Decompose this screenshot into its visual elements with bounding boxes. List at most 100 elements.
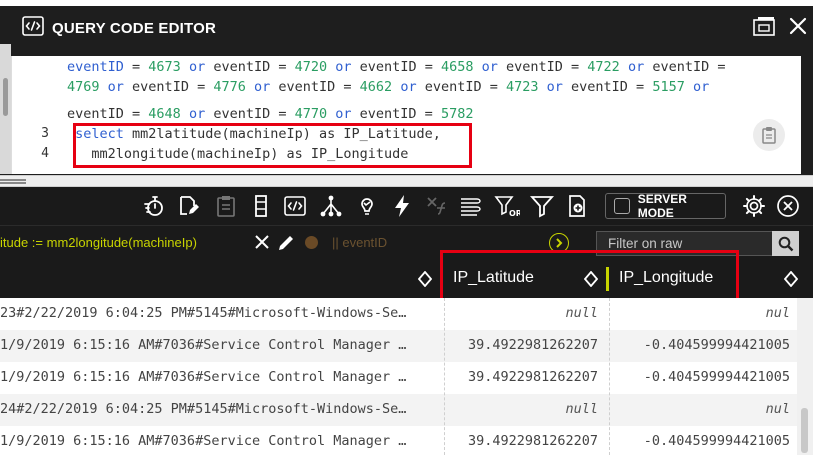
toolbar: OR SERVER MODE: [0, 187, 813, 225]
table-row[interactable]: 24#2/22/2019 6:04:25 PM#5145#Microsoft-W…: [0, 394, 813, 426]
text-token: eventID =: [351, 59, 441, 75]
query-code-editor: QUERY CODE EDITOR eventID = 4673 or even…: [0, 0, 813, 176]
keyword-token: or: [400, 79, 417, 95]
longitude-cell: -0.404599994421005: [643, 433, 790, 449]
keyword-token: or: [335, 59, 352, 75]
maximize-window-icon[interactable]: [753, 16, 775, 36]
table-scrollbar[interactable]: [797, 298, 813, 455]
text-token: eventID =: [270, 79, 360, 95]
longitude-cell: -0.404599994421005: [643, 369, 790, 385]
column-divider: [609, 298, 610, 455]
message-cell: 1/9/2019 6:15:16 AM#7036#Service Control…: [0, 433, 407, 449]
code-text: 4769 or eventID = 4776 or eventID = 4662…: [67, 77, 709, 97]
keyword-token: eventID: [67, 59, 124, 75]
bolt-icon[interactable]: [389, 193, 415, 219]
line-number: 4: [41, 146, 49, 161]
panel-splitter[interactable]: [0, 175, 813, 187]
code-icon: [22, 16, 44, 40]
search-button[interactable]: [772, 231, 799, 256]
table-scroll-thumb[interactable]: [801, 408, 808, 453]
line-number: 3: [41, 126, 49, 141]
top-edge: [0, 0, 813, 6]
text-token: =: [123, 59, 149, 75]
gear-icon[interactable]: [741, 193, 767, 219]
keyword-token: or: [546, 79, 563, 95]
number-token: 4662: [359, 79, 393, 95]
latitude-cell: null: [565, 401, 598, 417]
number-token: 4723: [505, 79, 539, 95]
column-divider: [444, 298, 445, 455]
column-icon[interactable]: [248, 193, 274, 219]
text-token: eventID =: [416, 79, 506, 95]
number-token: 4720: [294, 59, 328, 75]
server-mode-toggle[interactable]: SERVER MODE: [605, 192, 726, 220]
number-token: 5157: [652, 79, 685, 95]
table-row[interactable]: 1/9/2019 6:15:16 AM#7036#Service Control…: [0, 330, 813, 362]
bulb-icon[interactable]: [354, 193, 380, 219]
pencil-icon[interactable]: [276, 233, 296, 257]
filter-icon[interactable]: [529, 193, 555, 219]
server-mode-label: SERVER MODE: [637, 192, 687, 220]
select-statement-highlight: [73, 123, 472, 168]
svg-text:OR: OR: [509, 209, 520, 218]
formula-chip[interactable]: itude := mm2longitude(machineIp): [0, 235, 197, 250]
text-token: eventID =: [205, 59, 295, 75]
formula-off-icon: [424, 193, 450, 219]
table-body: 23#2/22/2019 6:04:25 PM#5145#Microsoft-W…: [0, 298, 813, 455]
keyword-token: or: [481, 59, 498, 75]
latitude-cell: 39.4922981262207: [467, 369, 598, 385]
event-chip[interactable]: || eventID: [332, 235, 387, 250]
copy-button[interactable]: [753, 119, 785, 151]
text-token: eventID =: [497, 59, 588, 75]
keyword-token: or: [188, 106, 206, 122]
search-icon: [778, 236, 793, 251]
close-icon[interactable]: [789, 17, 807, 35]
message-cell: 1/9/2019 6:15:16 AM#7036#Service Control…: [0, 337, 407, 353]
filter-or-icon[interactable]: OR: [494, 193, 520, 219]
text-token: eventID =: [67, 106, 149, 122]
keyword-token: or: [335, 106, 352, 122]
code-tag-icon[interactable]: [282, 193, 308, 219]
message-cell: 23#2/22/2019 6:04:25 PM#5145#Microsoft-W…: [0, 305, 407, 321]
text-token: eventID =: [205, 106, 295, 122]
server-mode-checkbox[interactable]: [614, 198, 630, 214]
add-doc-icon[interactable]: [564, 193, 590, 219]
splitter-grip[interactable]: [0, 179, 26, 181]
gutter-scroll-thumb[interactable]: [3, 78, 8, 116]
tree-icon[interactable]: [318, 193, 344, 219]
editor-actions: [753, 16, 807, 36]
keyword-token: or: [188, 59, 206, 75]
editor-gutter-scroll[interactable]: [0, 44, 11, 174]
message-cell: 1/9/2019 6:15:16 AM#7036#Service Control…: [0, 369, 407, 385]
paste-icon: [213, 193, 239, 219]
keyword-token: or: [627, 59, 645, 75]
longitude-cell: -0.404599994421005: [643, 337, 790, 353]
latitude-cell: null: [565, 305, 598, 321]
latitude-cell: 39.4922981262207: [467, 433, 598, 449]
number-token: 4722: [587, 59, 620, 75]
table-row[interactable]: 1/9/2019 6:15:16 AM#7036#Service Control…: [0, 362, 813, 394]
remove-chip-icon[interactable]: [253, 233, 271, 255]
sort-icon[interactable]: [417, 270, 433, 291]
timer-icon[interactable]: [141, 193, 167, 219]
sort-icon[interactable]: [783, 270, 799, 291]
circle-close-icon[interactable]: [775, 193, 801, 219]
editor-title: QUERY CODE EDITOR: [52, 19, 216, 37]
keyword-token: or: [692, 79, 710, 95]
number-token: 4658: [440, 59, 474, 75]
table-row[interactable]: 23#2/22/2019 6:04:25 PM#5145#Microsoft-W…: [0, 298, 813, 330]
message-cell: 24#2/22/2019 6:04:25 PM#5145#Microsoft-W…: [0, 401, 407, 417]
number-token: 4776: [213, 79, 246, 95]
stack-icon[interactable]: [458, 193, 484, 219]
chip-separator-dot: [305, 236, 318, 249]
edit-doc-icon[interactable]: [175, 193, 201, 219]
longitude-cell: nul: [765, 401, 790, 417]
text-token: eventID =: [644, 59, 726, 75]
table-row[interactable]: 1/9/2019 6:15:16 AM#7036#Service Control…: [0, 426, 813, 455]
